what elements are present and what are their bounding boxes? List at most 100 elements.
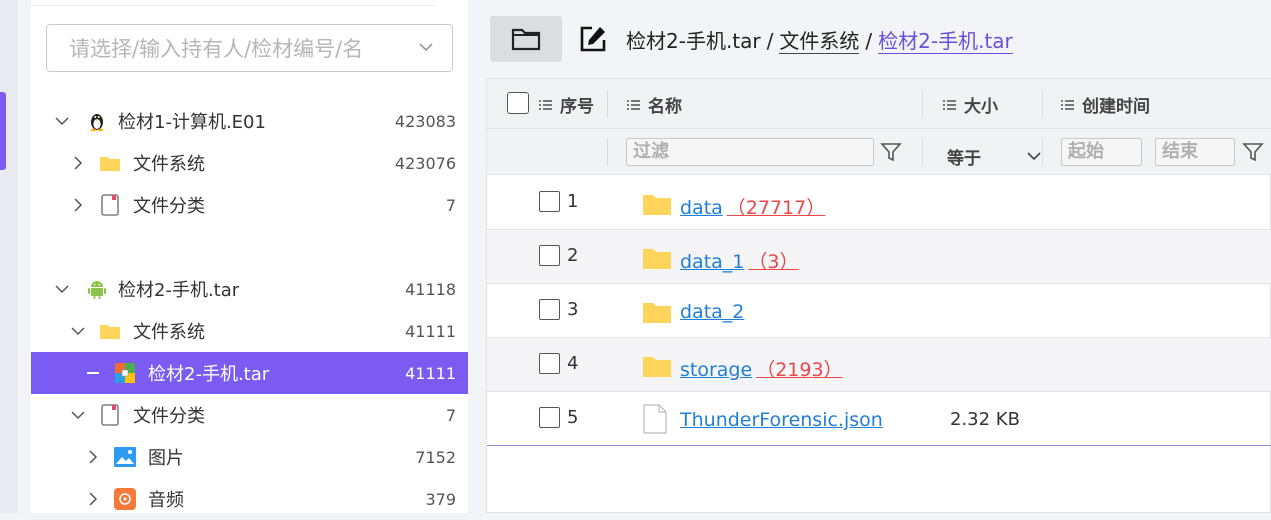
tree-node-count: 423076 xyxy=(394,153,456,173)
breadcrumb-filesystem[interactable]: 文件系统 xyxy=(779,29,860,54)
row-index: 4 xyxy=(567,353,579,374)
breadcrumb-current[interactable]: 检材2-手机.tar xyxy=(878,29,1013,54)
image-icon xyxy=(114,447,136,467)
name-filter-input[interactable]: 过滤 xyxy=(626,138,874,166)
filter-icon[interactable] xyxy=(1242,141,1264,163)
item-count: （3） xyxy=(748,251,799,273)
end-date-input[interactable]: 结束 xyxy=(1155,138,1235,166)
chevron-down-icon[interactable] xyxy=(55,114,69,128)
header-label: 序号 xyxy=(560,97,594,117)
chevron-down-icon[interactable] xyxy=(418,39,434,55)
column-menu-icon[interactable] xyxy=(539,99,552,111)
item-count: （2193） xyxy=(756,359,843,381)
tree-node-label: 检材1-计算机.E01 xyxy=(118,112,266,133)
table-row[interactable]: 5 ThunderForensic.json 2.32 KB xyxy=(487,392,1271,446)
archive-icon xyxy=(115,363,135,383)
tree-node-file-category[interactable]: 文件分类 7 xyxy=(31,184,468,226)
open-folder-button[interactable] xyxy=(490,16,562,62)
tree-node-label: 检材2-手机.tar xyxy=(118,280,240,301)
file-category-icon xyxy=(101,404,119,426)
table-row[interactable]: 2 data_1 （3） xyxy=(487,230,1271,284)
folder-icon xyxy=(643,249,671,269)
tree-node-label: 文件分类 xyxy=(133,406,205,427)
tree-node-count: 423083 xyxy=(394,111,456,131)
size-operator-select[interactable]: 等于 xyxy=(947,144,981,169)
column-divider[interactable] xyxy=(1042,91,1043,117)
evidence-tree-panel: 请选择/输入持有人/检材编号/名 检材1-计算机.E01 423083 文件系统… xyxy=(31,0,468,513)
row-checkbox[interactable] xyxy=(539,407,560,428)
column-menu-icon[interactable] xyxy=(1061,99,1074,111)
tree-node-evidence1[interactable]: 检材1-计算机.E01 423083 xyxy=(31,100,468,142)
toolbar: 检材2-手机.tar / 文件系统 / 检材2-手机.tar xyxy=(484,0,1271,78)
filter-row: 过滤 等于 起始 结束 xyxy=(487,129,1271,175)
column-divider xyxy=(1042,139,1043,165)
chevron-down-icon[interactable] xyxy=(1027,149,1041,163)
chevron-down-icon[interactable] xyxy=(55,282,69,296)
breadcrumb-separator: / xyxy=(865,29,873,53)
chevron-down-icon[interactable] xyxy=(71,324,85,338)
column-menu-icon[interactable] xyxy=(627,99,640,111)
active-nav-indicator xyxy=(0,92,6,170)
tree-node-count: 379 xyxy=(425,489,456,509)
chevron-right-icon[interactable] xyxy=(71,156,85,170)
file-name[interactable]: ThunderForensic.json xyxy=(680,409,883,431)
tree-node-filesystem[interactable]: 文件系统 41111 xyxy=(31,310,468,352)
file-name[interactable]: data_2 xyxy=(680,301,744,323)
header-size[interactable]: 大小 xyxy=(943,92,998,117)
file-name[interactable]: storage xyxy=(680,359,752,381)
row-checkbox[interactable] xyxy=(539,191,560,212)
row-index: 1 xyxy=(567,191,579,212)
tree-node-file-category[interactable]: 文件分类 7 xyxy=(31,394,468,436)
breadcrumb-root[interactable]: 检材2-手机.tar xyxy=(626,29,761,53)
chevron-right-icon[interactable] xyxy=(86,450,100,464)
header-name[interactable]: 名称 xyxy=(627,92,682,117)
table-row[interactable]: 4 storage （2193） xyxy=(487,338,1271,392)
tree-node-count: 41118 xyxy=(405,279,456,299)
panel-top-divider xyxy=(31,0,436,6)
chevron-down-icon[interactable] xyxy=(71,408,85,422)
document-icon xyxy=(643,404,667,434)
header-index[interactable]: 序号 xyxy=(539,92,594,117)
tree-node-label: 音频 xyxy=(148,490,184,511)
table-row[interactable]: 3 data_2 xyxy=(487,284,1271,338)
header-label: 名称 xyxy=(648,97,682,117)
table-row[interactable]: 1 data （27717） xyxy=(487,176,1271,230)
column-menu-icon[interactable] xyxy=(943,99,956,111)
column-divider[interactable] xyxy=(922,91,923,117)
tree-node-label: 文件分类 xyxy=(133,196,205,217)
chevron-right-icon[interactable] xyxy=(71,198,85,212)
item-count: （27717） xyxy=(726,197,826,219)
table-header: 序号 名称 大小 创建时间 xyxy=(487,79,1271,129)
file-name-link[interactable]: data （27717） xyxy=(680,193,825,220)
edit-icon[interactable] xyxy=(578,24,608,54)
search-placeholder: 请选择/输入持有人/检材编号/名 xyxy=(69,37,364,61)
chevron-right-icon[interactable] xyxy=(86,492,100,506)
file-name-link[interactable]: data_1 （3） xyxy=(680,247,798,274)
file-name-link[interactable]: data_2 xyxy=(680,301,744,323)
tree-node-filesystem[interactable]: 文件系统 423076 xyxy=(31,142,468,184)
folder-icon xyxy=(100,157,120,171)
row-checkbox[interactable] xyxy=(539,353,560,374)
select-all-checkbox[interactable] xyxy=(507,92,529,114)
column-divider[interactable] xyxy=(607,91,608,117)
file-browser-panel: 检材2-手机.tar / 文件系统 / 检材2-手机.tar 序号 名称 大小 创建 xyxy=(484,0,1271,513)
audio-icon xyxy=(114,488,136,510)
row-checkbox[interactable] xyxy=(539,299,560,320)
linux-penguin-icon xyxy=(90,114,104,132)
folder-icon xyxy=(643,195,671,215)
start-date-input[interactable]: 起始 xyxy=(1061,138,1142,166)
tree-node-audio[interactable]: 音频 379 xyxy=(31,478,468,520)
tree-node-images[interactable]: 图片 7152 xyxy=(31,436,468,478)
row-index: 2 xyxy=(567,245,579,266)
file-category-icon xyxy=(101,194,119,216)
header-created[interactable]: 创建时间 xyxy=(1061,92,1150,117)
evidence-search-select[interactable]: 请选择/输入持有人/检材编号/名 xyxy=(46,24,453,72)
file-name[interactable]: data_1 xyxy=(680,251,744,273)
file-name[interactable]: data xyxy=(680,197,723,219)
tree-node-archive-selected[interactable]: 检材2-手机.tar 41111 xyxy=(31,352,468,394)
file-name-link[interactable]: storage （2193） xyxy=(680,355,843,382)
filter-icon[interactable] xyxy=(880,141,902,163)
file-name-link[interactable]: ThunderForensic.json xyxy=(680,409,883,431)
tree-node-evidence2[interactable]: 检材2-手机.tar 41118 xyxy=(31,268,468,310)
row-checkbox[interactable] xyxy=(539,245,560,266)
